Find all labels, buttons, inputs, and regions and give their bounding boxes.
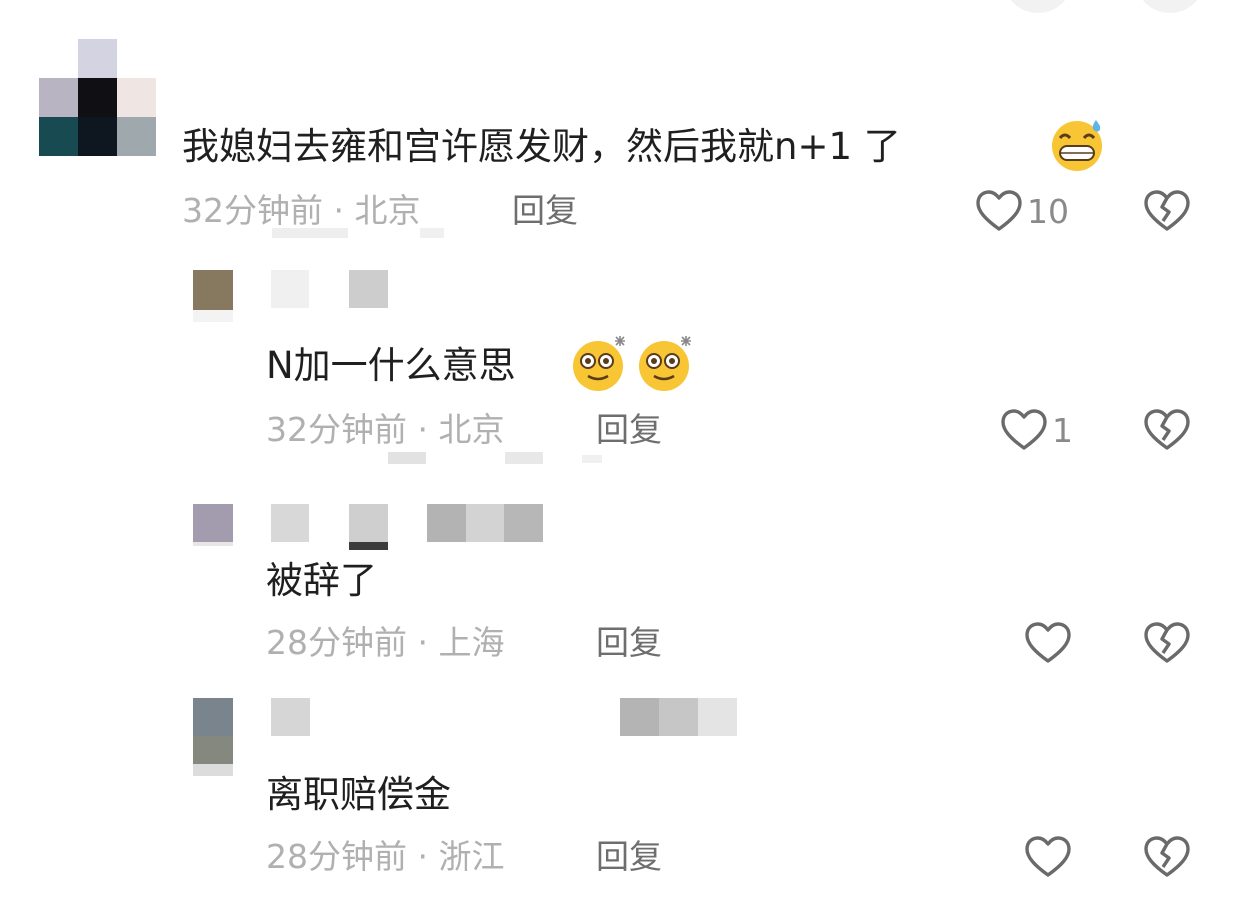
reply-button[interactable]: 回复 [596, 413, 662, 446]
like-button[interactable] [1024, 621, 1072, 665]
avatar[interactable] [193, 698, 233, 776]
grinning-sweat-emoji [1052, 120, 1102, 171]
broken-heart-icon[interactable] [1143, 408, 1191, 452]
reply-button[interactable]: 回复 [596, 626, 662, 659]
top-right-circle-1 [1003, 0, 1073, 13]
broken-heart-icon[interactable] [1143, 621, 1191, 665]
like-count: 1 [1052, 410, 1073, 450]
like-button[interactable]: 1 [1000, 408, 1073, 452]
username-blurred[interactable] [271, 698, 737, 738]
heart-outline-icon [1001, 409, 1047, 450]
comment-meta: 28分钟前 · 浙江 [266, 837, 505, 876]
dizzy-face-emoji [573, 336, 625, 391]
avatar[interactable] [193, 504, 233, 546]
top-right-circle-2 [1135, 0, 1205, 13]
comment-text: 离职赔偿金 [266, 773, 451, 816]
avatar[interactable] [193, 270, 233, 322]
name-blur [420, 228, 444, 238]
reply-button[interactable]: 回复 [512, 194, 578, 227]
like-button[interactable]: 10 [975, 189, 1069, 233]
dizzy-face-emoji [639, 336, 691, 391]
name-blur [582, 455, 602, 463]
comment-meta: 32分钟前 · 北京 [182, 191, 421, 230]
comment-text: 被辞了 [266, 559, 377, 602]
name-blur [505, 452, 543, 464]
broken-heart-icon[interactable] [1143, 835, 1191, 879]
comment-meta: 32分钟前 · 北京 [266, 410, 505, 449]
name-blur [272, 228, 348, 238]
name-blur [388, 452, 426, 464]
avatar[interactable] [39, 39, 156, 156]
comment-meta: 28分钟前 · 上海 [266, 623, 505, 662]
broken-heart-icon[interactable] [1143, 189, 1191, 233]
comment-text: 我媳妇去雍和宫许愿发财，然后我就n+1 了 [182, 125, 901, 168]
username-blurred[interactable] [271, 270, 389, 310]
like-count: 10 [1027, 191, 1069, 231]
heart-outline-icon [1025, 622, 1071, 663]
heart-outline-icon [976, 190, 1022, 231]
heart-outline-icon [1025, 836, 1071, 877]
username-blurred[interactable] [271, 504, 543, 556]
reply-button[interactable]: 回复 [596, 840, 662, 873]
comment-text: N加一什么意思 [266, 344, 516, 387]
like-button[interactable] [1024, 835, 1072, 879]
